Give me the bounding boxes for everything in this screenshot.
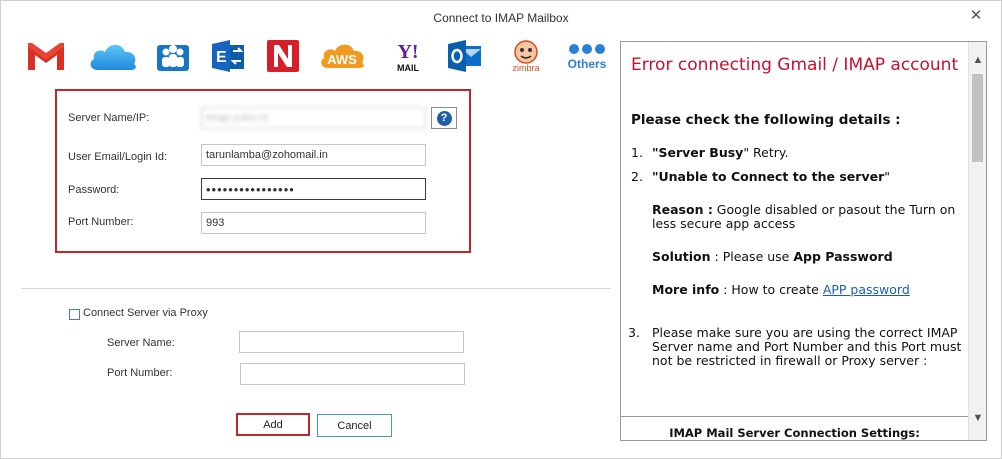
dialog-title: Connect to IMAP Mailbox [433, 11, 569, 25]
gmail-icon [28, 43, 64, 70]
provider-others[interactable]: Others [561, 37, 613, 75]
provider-zimbra[interactable]: zimbra [501, 37, 551, 75]
help-button[interactable]: ? [431, 107, 457, 129]
app-password-link[interactable]: APP password [823, 282, 910, 297]
solution-value: : Please use [710, 249, 794, 264]
error-info-panel: Error connecting Gmail / IMAP account Pl… [620, 41, 987, 441]
provider-outlook[interactable] [445, 37, 485, 75]
panel-footer-heading: IMAP Mail Server Connection Settings: [669, 426, 920, 440]
add-button[interactable]: Add [236, 413, 310, 436]
icloud-icon [90, 44, 136, 70]
item1-number: 1. [631, 145, 643, 160]
svg-text:zimbra: zimbra [512, 63, 539, 73]
reason-label: Reason : [652, 202, 713, 217]
password-label: Password: [68, 184, 120, 196]
n-mail-icon [267, 40, 299, 72]
provider-icloud[interactable] [85, 37, 141, 75]
exchange-icon: E [212, 40, 244, 72]
email-input[interactable] [201, 144, 426, 166]
item1-bold: "Server Busy [652, 145, 744, 160]
svg-text:MAIL: MAIL [397, 63, 419, 73]
email-label: User Email/Login Id: [68, 151, 168, 163]
provider-aws[interactable]: AWS [317, 37, 367, 75]
item2-number: 2. [631, 169, 643, 184]
solution-label: Solution [652, 249, 711, 264]
svg-text:Others: Others [568, 57, 607, 71]
svg-text:AWS: AWS [327, 52, 357, 67]
proxy-checkbox[interactable] [69, 309, 80, 320]
add-button-label: Add [263, 418, 283, 431]
svg-text:E: E [216, 49, 227, 66]
help-icon: ? [436, 110, 452, 126]
scroll-up-icon[interactable]: ▲ [969, 54, 986, 68]
port-label: Port Number: [68, 216, 134, 228]
aws-icon: AWS [321, 44, 364, 68]
error-title: Error connecting Gmail / IMAP account [631, 55, 959, 75]
outlook-icon [448, 40, 481, 72]
provider-yahoo[interactable]: Y! MAIL [385, 37, 431, 75]
item2-bold: "Unable to Connect to the server [652, 169, 885, 184]
proxy-server-input[interactable] [239, 331, 464, 353]
password-input[interactable] [201, 178, 426, 200]
item1-rest: " Retry. [743, 145, 789, 160]
item3-text: Please make sure you are using the corre… [652, 325, 962, 368]
others-icon: Others [568, 44, 607, 71]
scrollbar-thumb[interactable] [972, 74, 983, 162]
provider-n[interactable] [263, 37, 303, 75]
cancel-button[interactable]: Cancel [317, 414, 392, 437]
port-input[interactable] [201, 212, 426, 234]
proxy-port-label: Port Number: [107, 367, 173, 379]
proxy-server-label: Server Name: [107, 337, 175, 349]
section-divider [21, 288, 611, 289]
proxy-port-input[interactable] [240, 363, 465, 385]
office-people-icon [157, 45, 189, 71]
more-info-text: More info : How to create APP password [652, 283, 910, 297]
check-heading: Please check the following details : [631, 112, 901, 128]
imap-dialog: Connect to IMAP Mailbox ✕ E AWS Y! MAIL … [0, 0, 1002, 459]
server-name-label: Server Name/IP: [68, 112, 150, 124]
proxy-checkbox-label[interactable]: Connect Server via Proxy [83, 307, 208, 319]
item2-rest: " [884, 169, 890, 184]
svg-text:Y!: Y! [397, 41, 418, 63]
solution-text: Solution : Please use App Password [652, 250, 893, 264]
solution-bold: App Password [793, 249, 893, 264]
close-icon: ✕ [969, 7, 983, 24]
provider-gmail[interactable] [23, 37, 69, 75]
item2-text: "Unable to Connect to the server" [652, 170, 890, 184]
panel-divider [621, 416, 968, 417]
title-bar: Connect to IMAP Mailbox ✕ [1, 1, 1001, 35]
yahoo-mail-icon: Y! MAIL [397, 41, 419, 73]
item1-text: "Server Busy" Retry. [652, 146, 789, 160]
close-button[interactable]: ✕ [963, 5, 989, 27]
provider-exchange[interactable]: E [209, 37, 249, 75]
zimbra-icon: zimbra [512, 40, 540, 73]
more-info-value: : How to create [719, 282, 823, 297]
panel-scrollbar[interactable]: ▲ ▼ [968, 42, 986, 440]
cancel-button-label: Cancel [337, 419, 372, 432]
server-name-input[interactable] [201, 107, 426, 129]
more-info-label: More info [652, 282, 720, 297]
reason-text: Reason : Google disabled or pasout the T… [652, 203, 968, 231]
item3-number: 3. [628, 325, 640, 340]
error-info-content: Error connecting Gmail / IMAP account Pl… [621, 42, 968, 416]
scroll-down-icon[interactable]: ▼ [969, 412, 986, 426]
provider-people[interactable] [153, 37, 193, 75]
